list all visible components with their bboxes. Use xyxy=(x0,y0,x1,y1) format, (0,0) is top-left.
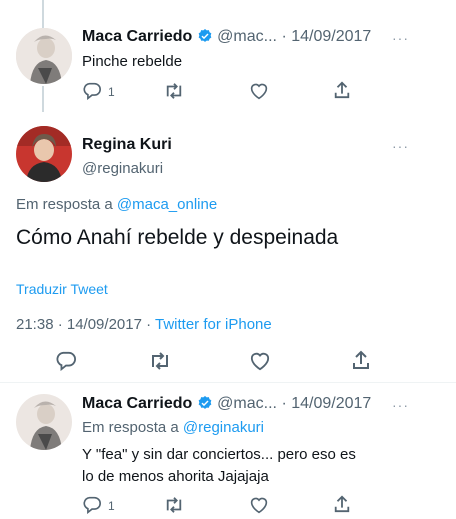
verified-badge-icon xyxy=(197,28,213,44)
tweet-date[interactable]: 14/09/2017 xyxy=(291,28,371,45)
tweet-text: Cómo Anahí rebelde y despeinada xyxy=(16,226,339,249)
avatar-regina[interactable] xyxy=(16,126,72,182)
reply-context: Em resposta a @maca_online xyxy=(16,196,217,213)
like-icon[interactable] xyxy=(249,496,269,514)
tweet-text-line-2: lo de menos ahorita Jajajaja xyxy=(82,468,269,485)
verified-badge-icon xyxy=(197,395,213,411)
more-options-icon[interactable]: ··· xyxy=(392,138,409,154)
tweet-text-line-1: Y "fea" y sin dar conciertos... pero eso… xyxy=(82,446,356,463)
share-icon[interactable] xyxy=(333,80,351,100)
translate-tweet-link[interactable]: Traduzir Tweet xyxy=(16,281,108,297)
tweet-time[interactable]: 21:38 · 14/09/2017 · xyxy=(16,316,155,333)
tweet-text: Pinche rebelde xyxy=(82,53,183,70)
like-icon[interactable] xyxy=(249,82,269,100)
reply-to-link[interactable]: @maca_online xyxy=(117,196,217,213)
tweet-meta: 21:38 · 14/09/2017 · Twitter for iPhone xyxy=(16,316,272,333)
avatar-maca[interactable] xyxy=(16,28,72,84)
more-options-icon[interactable]: ··· xyxy=(392,397,409,413)
author-handle[interactable]: @mac... xyxy=(217,28,277,45)
retweet-icon[interactable] xyxy=(163,496,185,514)
tweet3-header: Maca Carriedo @mac... · 14/09/2017 xyxy=(82,395,371,413)
thread-line-top xyxy=(42,0,44,28)
retweet-icon[interactable] xyxy=(148,351,172,371)
author-handle[interactable]: @reginakuri xyxy=(82,160,163,177)
retweet-icon[interactable] xyxy=(163,82,185,100)
more-options-icon[interactable]: ··· xyxy=(392,30,409,46)
author-name[interactable]: Regina Kuri xyxy=(82,136,172,154)
author-name[interactable]: Maca Carriedo xyxy=(82,28,192,45)
reply-count: 1 xyxy=(108,499,115,513)
author-name[interactable]: Maca Carriedo xyxy=(82,395,192,412)
reply-to-link[interactable]: @reginakuri xyxy=(183,419,264,436)
like-icon[interactable] xyxy=(249,351,271,371)
tweet1-header: Maca Carriedo @mac... · 14/09/2017 xyxy=(82,28,371,46)
share-icon[interactable] xyxy=(351,349,371,371)
reply-count: 1 xyxy=(108,85,115,99)
tweet-date[interactable]: 14/09/2017 xyxy=(291,395,371,412)
separator: · xyxy=(281,28,287,45)
reply-context: Em resposta a @reginakuri xyxy=(82,419,264,436)
reply-icon[interactable] xyxy=(82,496,102,514)
avatar-maca[interactable] xyxy=(16,394,72,450)
reply-prefix: Em resposta a xyxy=(82,419,179,436)
separator: · xyxy=(281,395,287,412)
reply-icon[interactable] xyxy=(82,82,102,100)
thread-line-1 xyxy=(42,86,44,112)
divider xyxy=(0,382,456,383)
author-handle[interactable]: @mac... xyxy=(217,395,277,412)
reply-icon[interactable] xyxy=(55,351,77,371)
reply-prefix: Em resposta a xyxy=(16,196,113,213)
share-icon[interactable] xyxy=(333,494,351,514)
tweet-source[interactable]: Twitter for iPhone xyxy=(155,316,272,333)
